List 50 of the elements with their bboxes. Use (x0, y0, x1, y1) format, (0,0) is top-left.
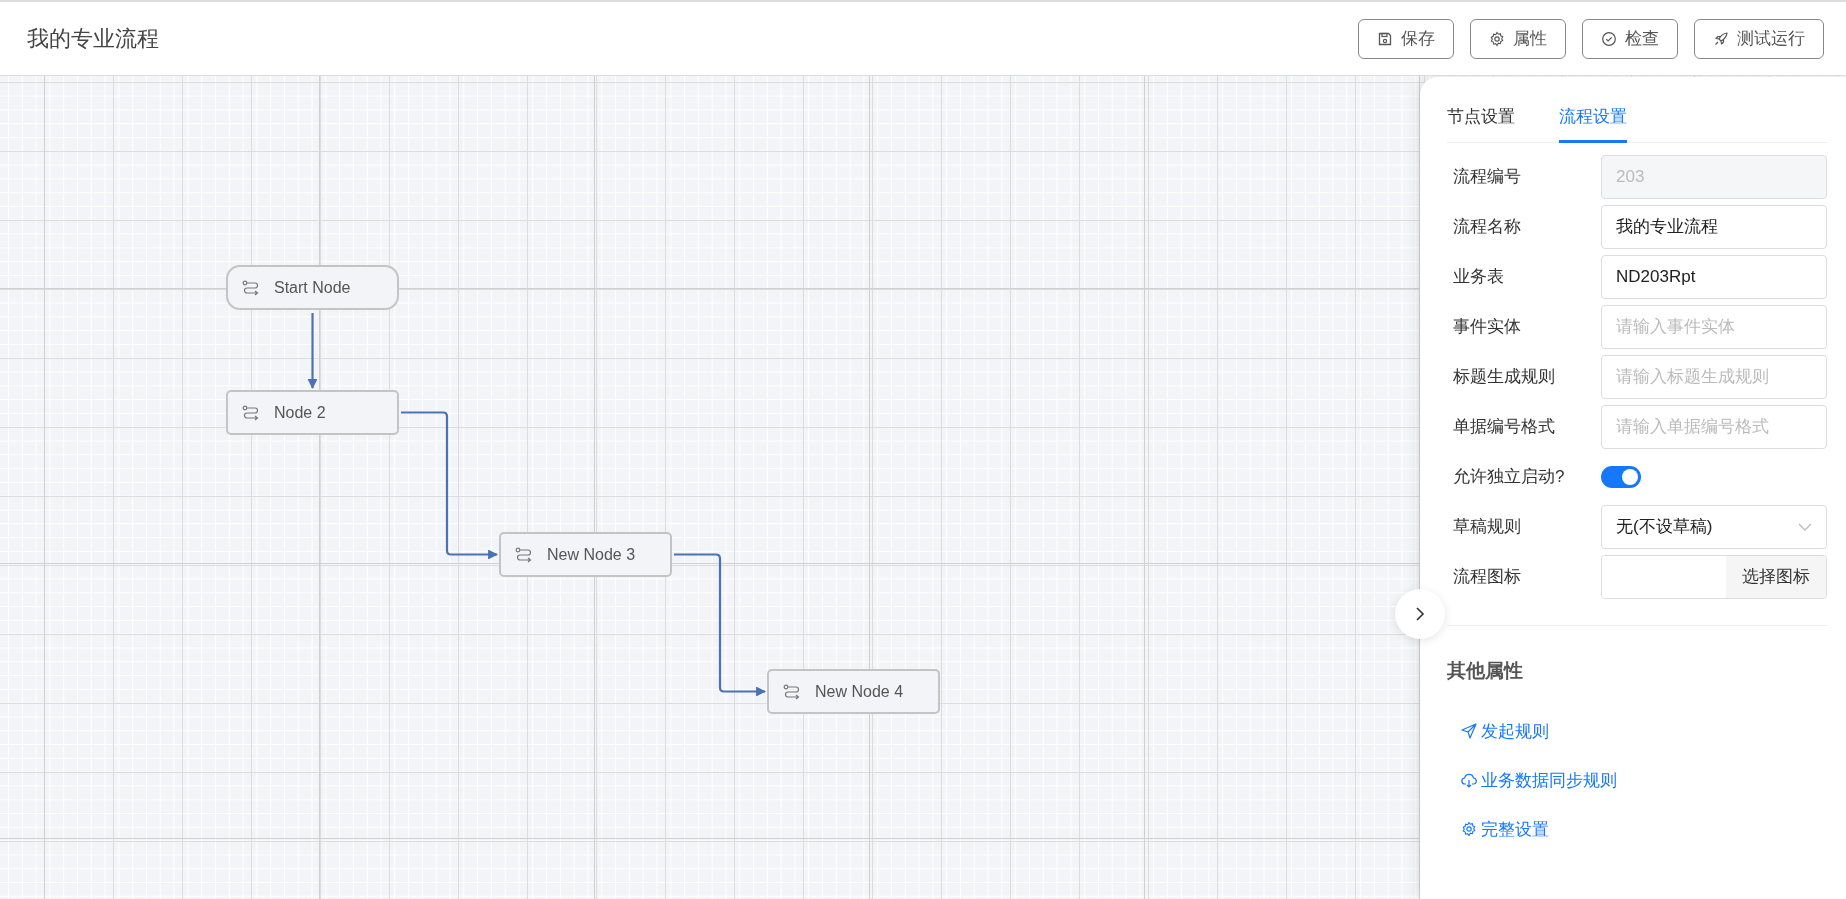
flow-node[interactable]: Node 2 (226, 390, 399, 435)
node-label: Start Node (274, 278, 351, 297)
input-field[interactable]: 我的专业流程 (1601, 204, 1827, 249)
route-icon (242, 279, 260, 296)
input-field[interactable]: 请输入事件实体 (1601, 304, 1827, 349)
input-field[interactable]: 请输入单据编号格式 (1601, 404, 1827, 449)
settings-link[interactable]: 业务数据同步规则 (1461, 768, 1617, 792)
settings-link[interactable]: 完整设置 (1461, 817, 1549, 841)
chevron-down-icon (1798, 522, 1812, 531)
panel-tab[interactable]: 流程设置 (1559, 97, 1627, 143)
choose-icon-button[interactable]: 选择图标 (1726, 555, 1826, 598)
input-field[interactable]: 请输入标题生成规则 (1601, 354, 1827, 399)
field-label: 草稿规则 (1453, 516, 1522, 538)
field-label: 流程编号 (1453, 166, 1522, 188)
settings-link[interactable]: 发起规则 (1461, 719, 1549, 743)
flow-node[interactable]: Start Node (226, 265, 399, 310)
flow-node[interactable]: New Node 3 (499, 532, 672, 577)
field-label: 业务表 (1453, 266, 1505, 288)
settings-icon (1489, 30, 1505, 47)
field-label: 事件实体 (1453, 316, 1522, 338)
route-icon (242, 404, 260, 421)
settings-icon (1461, 821, 1477, 837)
select-field[interactable]: 无(不设草稿) (1601, 504, 1827, 549)
field-label: 流程图标 (1453, 566, 1522, 588)
route-icon (783, 683, 801, 700)
flow-title: 我的专业流程 (27, 24, 159, 53)
check-circle-icon (1601, 30, 1617, 47)
toolbar-button[interactable]: 测试运行 (1694, 18, 1824, 59)
rocket-icon (1713, 30, 1729, 47)
toolbar-button[interactable]: 保存 (1358, 18, 1454, 59)
toolbar-button[interactable]: 检查 (1582, 18, 1678, 59)
chevron-right-icon (1414, 606, 1426, 622)
field-label: 标题生成规则 (1453, 366, 1556, 388)
save-icon (1377, 30, 1393, 47)
input-field[interactable]: ND203Rpt (1601, 254, 1827, 299)
send-icon (1461, 723, 1477, 739)
flow-node[interactable]: New Node 4 (767, 669, 940, 714)
field-label: 单据编号格式 (1453, 416, 1556, 438)
node-label: Node 2 (274, 403, 326, 422)
node-label: New Node 3 (547, 545, 636, 564)
route-icon (515, 546, 533, 563)
toggle-switch[interactable] (1601, 465, 1641, 488)
field-label: 允许独立启动? (1453, 466, 1566, 488)
panel-tab[interactable]: 节点设置 (1447, 97, 1515, 143)
section-title: 其他属性 (1447, 658, 1524, 683)
toolbar-button[interactable]: 属性 (1470, 18, 1566, 59)
field-label: 流程名称 (1453, 216, 1522, 238)
input-field[interactable]: 选择图标 (1601, 554, 1827, 599)
node-label: New Node 4 (815, 682, 904, 701)
cloud-download-icon (1461, 772, 1477, 788)
